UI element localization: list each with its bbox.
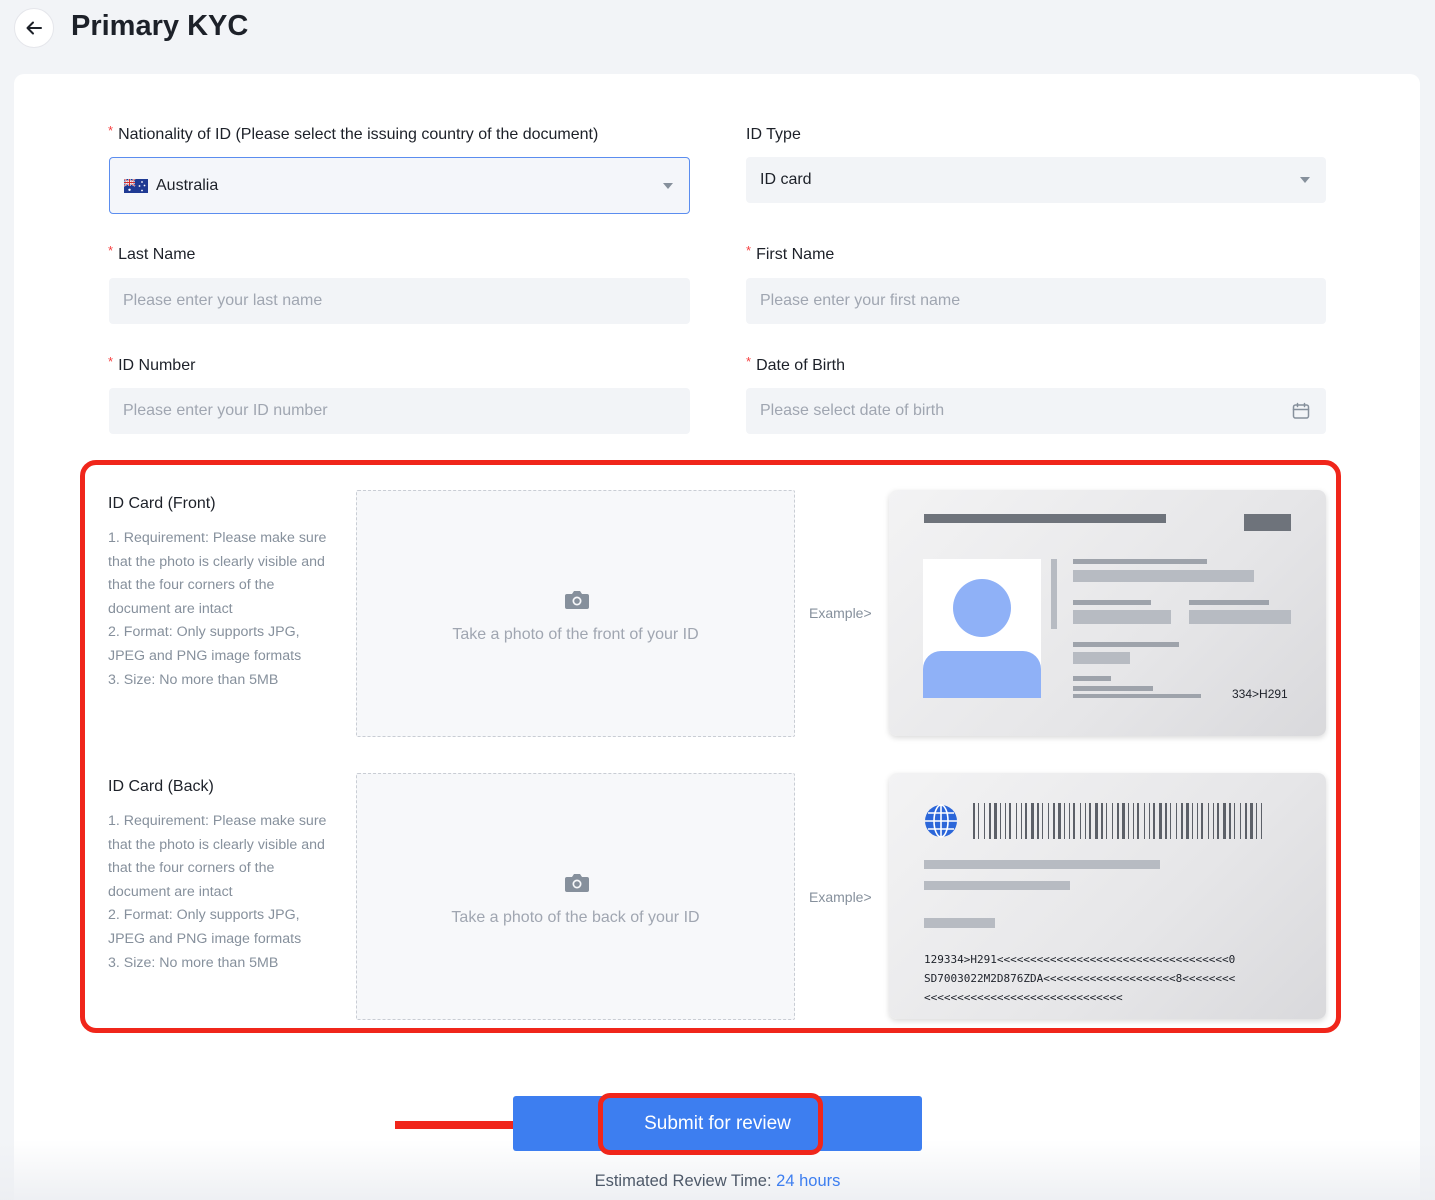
back-sample-id-card: 129334>H291<<<<<<<<<<<<<<<<<<<<<<<<<<<<<… <box>889 773 1326 1019</box>
id-type-label: ID Type <box>746 126 801 143</box>
mrz-line-2: SD7003022M2D876ZDA<<<<<<<<<<<<<<<<<<<<8<… <box>924 972 1236 985</box>
mrz-line-3: <<<<<<<<<<<<<<<<<<<<<<<<<<<<<< <box>924 991 1123 1004</box>
nationality-label: * Nationality of ID (Please select the is… <box>108 123 599 144</box>
front-sample-id-card: 334>H291 <box>889 490 1326 736</box>
dob-label-text: Date of Birth <box>756 357 845 374</box>
back-button[interactable] <box>14 8 54 48</box>
front-title: ID Card (Front) <box>108 495 216 512</box>
id-number-label-text: ID Number <box>118 357 196 374</box>
barcode-icon <box>973 803 1262 839</box>
camera-icon <box>565 874 589 892</box>
dob-input[interactable]: Please select date of birth <box>746 388 1326 434</box>
front-requirement-1: 1. Requirement: Please make sure that th… <box>108 530 327 617</box>
first-name-label-text: First Name <box>756 246 835 263</box>
camera-icon <box>565 591 589 609</box>
id-number-input[interactable]: Please enter your ID number <box>109 388 690 434</box>
required-mark: * <box>108 123 114 138</box>
nationality-select[interactable]: Australia <box>109 157 690 214</box>
back-title: ID Card (Back) <box>108 778 214 795</box>
back-upload-dropzone[interactable]: Take a photo of the back of your ID <box>356 773 795 1020</box>
last-name-label-text: Last Name <box>118 246 196 263</box>
calendar-icon[interactable] <box>1292 402 1310 420</box>
required-mark: * <box>108 354 114 369</box>
front-sample-code: 334>H291 <box>1232 687 1288 701</box>
id-type-value: ID card <box>760 171 812 188</box>
review-time-prefix: Estimated Review Time: <box>594 1172 772 1190</box>
submit-for-review-button[interactable]: Submit for review <box>513 1096 922 1151</box>
estimated-review-time: Estimated Review Time: 24 hours <box>0 1172 1435 1191</box>
front-upload-dropzone[interactable]: Take a photo of the front of your ID <box>356 490 795 737</box>
back-arrow-icon <box>26 21 42 35</box>
first-name-input[interactable]: Please enter your first name <box>746 278 1326 324</box>
id-type-select[interactable]: ID card <box>746 157 1326 203</box>
first-name-label: * First Name <box>746 243 835 264</box>
top-bar: Primary KYC <box>0 0 1435 60</box>
back-requirement-1: 1. Requirement: Please make sure that th… <box>108 813 327 900</box>
caret-down-icon <box>663 182 673 189</box>
required-mark: * <box>108 243 114 258</box>
back-upload-text: Take a photo of the back of your ID <box>451 909 700 926</box>
australia-flag-icon <box>124 178 148 193</box>
globe-icon <box>925 804 957 838</box>
caret-down-icon <box>1300 177 1310 183</box>
photo-placeholder <box>923 559 1041 698</box>
last-name-input[interactable]: Please enter your last name <box>109 278 690 324</box>
mrz-line-1: 129334>H291<<<<<<<<<<<<<<<<<<<<<<<<<<<<<… <box>924 953 1236 966</box>
front-upload-text: Take a photo of the front of your ID <box>452 626 699 643</box>
front-example-link[interactable]: Example> <box>809 605 872 621</box>
last-name-placeholder: Please enter your last name <box>123 292 323 309</box>
nationality-label-text: Nationality of ID (Please select the iss… <box>118 126 599 143</box>
id-number-placeholder: Please enter your ID number <box>123 402 328 419</box>
required-mark: * <box>746 243 752 258</box>
back-requirement-2: 2. Format: Only supports JPG, JPEG and P… <box>108 907 302 947</box>
dob-label: * Date of Birth <box>746 354 845 375</box>
required-mark: * <box>746 354 752 369</box>
back-requirement-3: 3. Size: No more than 5MB <box>108 954 279 971</box>
front-requirement-3: 3. Size: No more than 5MB <box>108 671 279 688</box>
first-name-placeholder: Please enter your first name <box>760 292 961 309</box>
dob-placeholder: Please select date of birth <box>760 402 945 419</box>
back-requirements: 1. Requirement: Please make sure that th… <box>108 810 333 975</box>
submit-label: Submit for review <box>644 1112 791 1134</box>
page-title: Primary KYC <box>71 10 249 42</box>
id-number-label: * ID Number <box>108 354 196 375</box>
last-name-label: * Last Name <box>108 243 196 264</box>
nationality-value: Australia <box>156 176 219 194</box>
person-icon <box>923 579 1041 698</box>
front-requirements: 1. Requirement: Please make sure that th… <box>108 527 333 692</box>
review-time-value: 24 hours <box>776 1172 841 1190</box>
front-requirement-2: 2. Format: Only supports JPG, JPEG and P… <box>108 624 302 664</box>
back-example-link[interactable]: Example> <box>809 889 872 905</box>
